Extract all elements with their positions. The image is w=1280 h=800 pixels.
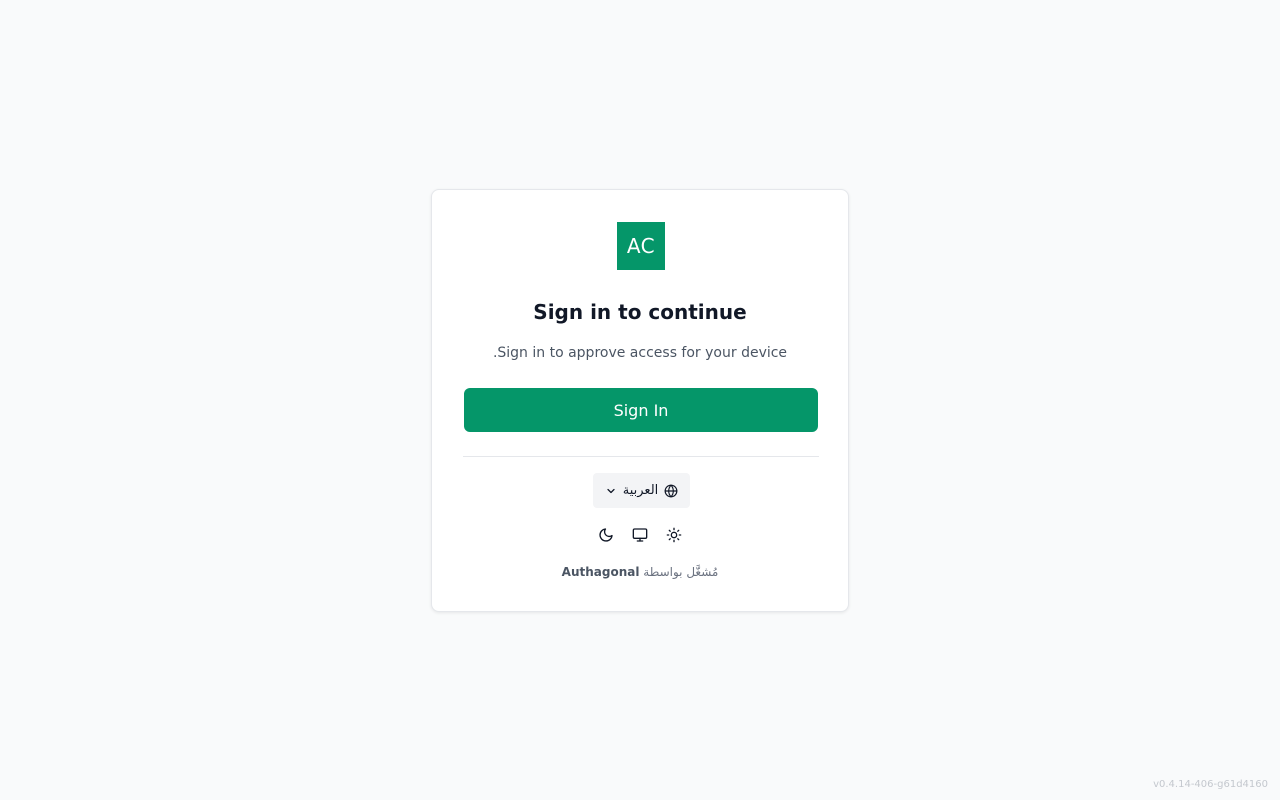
sign-in-button[interactable]: Sign In — [464, 388, 818, 432]
moon-icon — [598, 527, 614, 547]
divider — [463, 456, 819, 457]
theme-light-button[interactable] — [662, 525, 686, 549]
page-subtitle: Sign in to approve access for your devic… — [492, 345, 788, 361]
chevron-down-icon — [605, 485, 617, 497]
logo-text: AC — [626, 234, 656, 258]
sign-in-card: AC Sign in to continue Sign in to approv… — [431, 189, 849, 612]
theme-system-button[interactable] — [628, 525, 652, 549]
language-label: العربية — [622, 483, 659, 498]
powered-by-brand: Authagonal — [561, 565, 640, 579]
page-title: Sign in to continue — [533, 300, 747, 324]
app-logo: AC — [617, 222, 665, 270]
theme-switcher — [432, 525, 848, 549]
monitor-icon — [632, 527, 648, 547]
theme-dark-button[interactable] — [594, 525, 618, 549]
sun-icon — [666, 527, 682, 547]
language-select[interactable]: العربية — [593, 473, 690, 508]
version-label: v0.4.14-406-g61d4160 — [1153, 779, 1268, 790]
powered-by-label: مُشغَّل بواسطة — [643, 565, 719, 579]
globe-icon — [664, 484, 678, 498]
powered-by: مُشغَّل بواسطة Authagonal — [432, 565, 848, 579]
